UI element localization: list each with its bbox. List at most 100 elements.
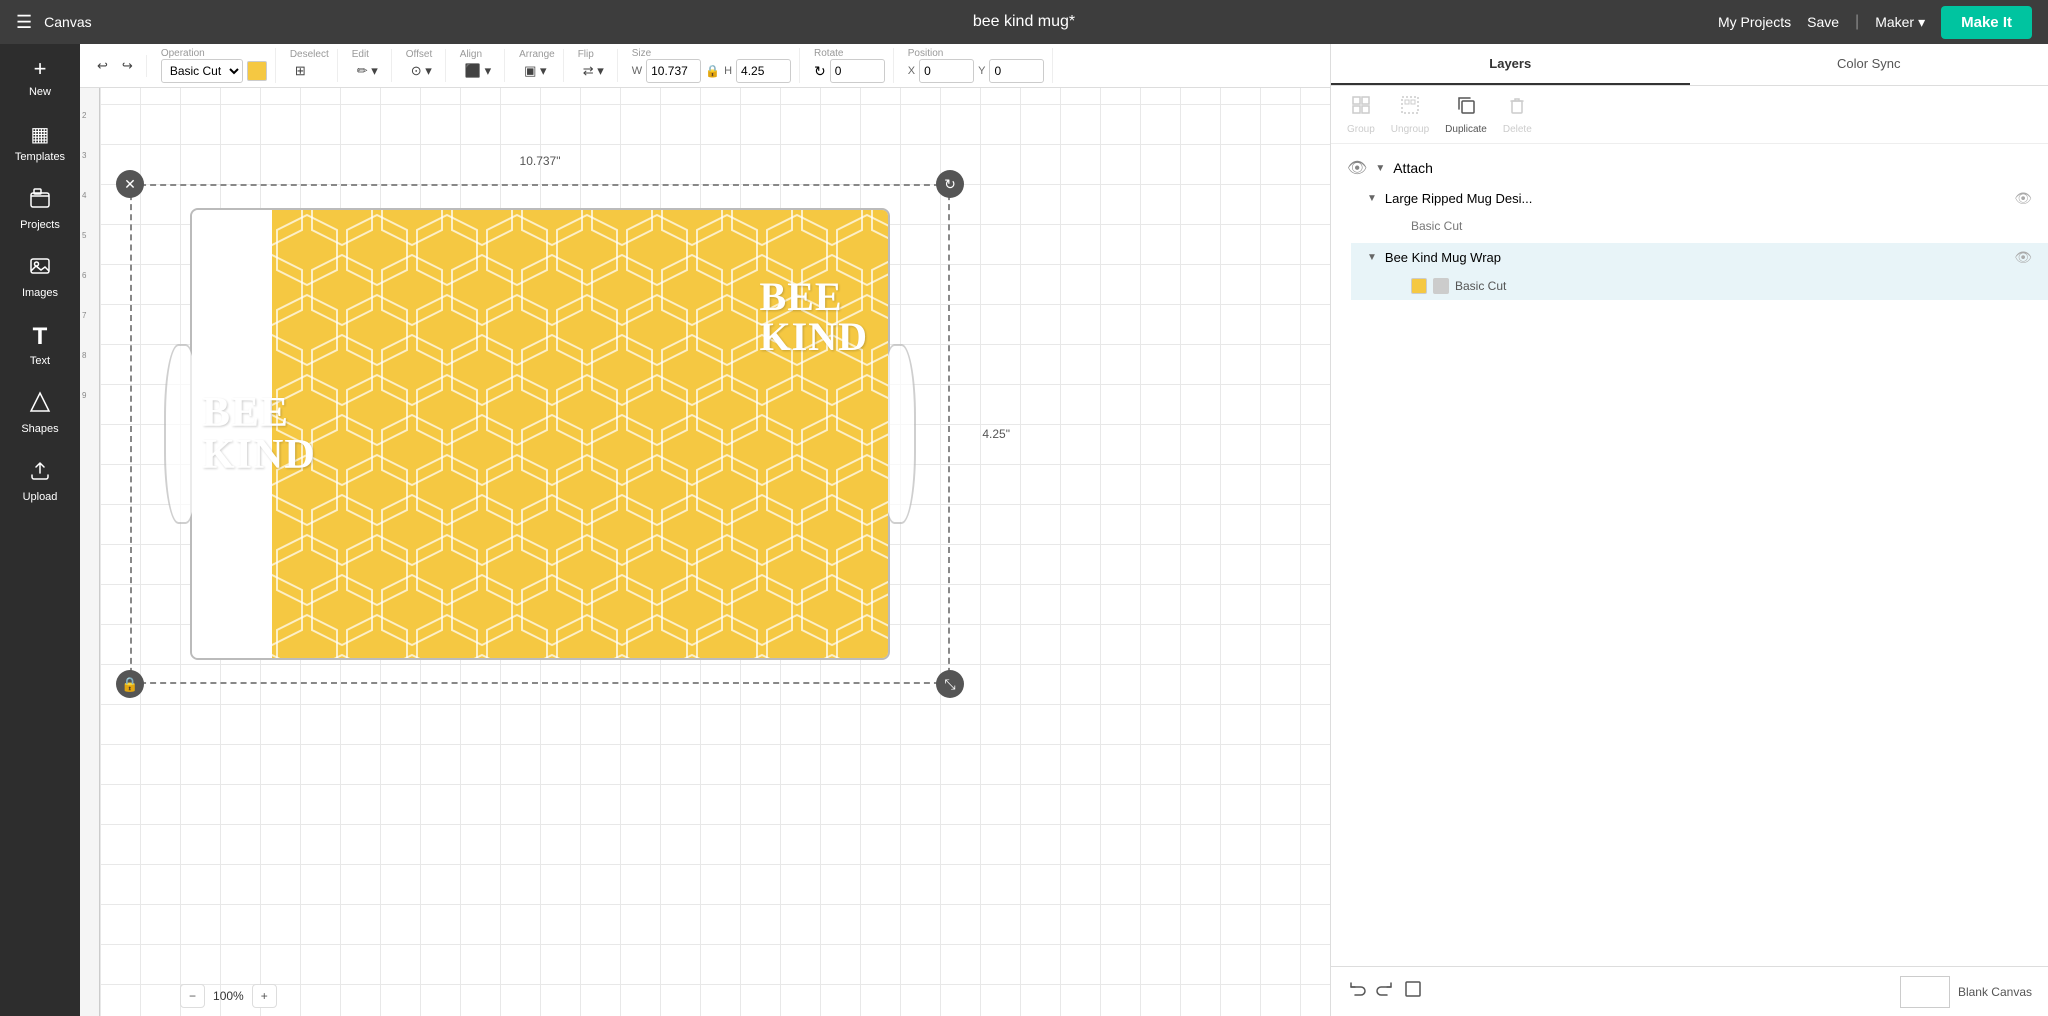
width-label: W (632, 65, 642, 77)
align-button[interactable]: ⬛ ▾ (460, 60, 496, 82)
sidebar-label-text: Text (30, 355, 50, 367)
sidebar-item-upload[interactable]: Upload (0, 447, 80, 515)
delete-icon (1506, 94, 1528, 121)
redo-button[interactable]: ↪ (117, 55, 138, 77)
svg-text:5: 5 (82, 231, 87, 240)
ungroup-icon (1399, 94, 1421, 121)
layer-group-header-attach[interactable]: 👁 ▼ Attach (1331, 152, 2048, 184)
svg-text:8: 8 (82, 351, 87, 360)
y-label: Y (978, 65, 985, 77)
layer-type-basic-cut-1: Basic Cut (1411, 219, 1462, 233)
close-handle[interactable]: ✕ (116, 170, 144, 198)
panel-tabs: Layers Color Sync (1331, 44, 2048, 86)
layer-type-basic-cut-2: Basic Cut (1455, 279, 1506, 293)
my-projects-button[interactable]: My Projects (1718, 14, 1791, 30)
rotate-icon: ↻ (814, 63, 826, 80)
svg-text:2: 2 (82, 111, 87, 120)
position-label: Position (908, 48, 944, 59)
plus-icon: + (34, 56, 47, 82)
duplicate-button[interactable]: Duplicate (1445, 94, 1487, 135)
ungroup-button[interactable]: Ungroup (1391, 94, 1429, 135)
sidebar-label-images: Images (22, 287, 58, 299)
lock-handle[interactable]: 🔒 (116, 670, 144, 698)
bottom-canvas-tools: − 100% + (180, 984, 277, 1008)
sidebar-item-projects[interactable]: Projects (0, 175, 80, 243)
plus-icon: + (261, 989, 268, 1003)
tab-layers[interactable]: Layers (1331, 44, 1690, 85)
offset-button[interactable]: ⊙ ▾ (406, 60, 437, 82)
layer-list: 👁 ▼ Attach ▼ Large Ripped Mug Desi... 👁 … (1331, 144, 2048, 312)
layer-item-basic-cut-1[interactable]: Basic Cut (1351, 213, 2048, 239)
make-it-button[interactable]: Make It (1941, 6, 2032, 39)
width-input[interactable] (646, 59, 701, 83)
deselect-label: Deselect (290, 49, 329, 60)
upload-icon (29, 459, 51, 487)
sidebar-item-shapes[interactable]: Shapes (0, 379, 80, 447)
y-input[interactable] (989, 59, 1044, 83)
tab-color-sync[interactable]: Color Sync (1690, 44, 2048, 85)
zoom-out-button[interactable]: − (180, 984, 205, 1008)
flip-button[interactable]: ⇄ ▾ (578, 60, 609, 82)
eye-icon-attach[interactable]: 👁 (1347, 158, 1367, 178)
zoom-level: 100% (213, 989, 244, 1003)
scale-handle[interactable]: ⤡ (936, 670, 964, 698)
svg-text:9: 9 (82, 391, 87, 400)
project-title: bee kind mug* (973, 13, 1075, 31)
panel-toolbar: Group Ungroup Duplicate (1331, 86, 2048, 144)
sidebar: + New ▦ Templates Projects Images T Text (0, 44, 80, 1016)
maker-button[interactable]: Maker ▾ (1875, 14, 1925, 31)
layer-item-basic-cut-2[interactable]: Basic Cut (1351, 272, 2048, 300)
svg-text:7: 7 (82, 311, 87, 320)
layer-name-large-ripped: Large Ripped Mug Desi... (1385, 191, 2006, 206)
collapse-arrow-bee-kind[interactable]: ▼ (1367, 252, 1377, 263)
sidebar-label-projects: Projects (20, 219, 60, 231)
color-swatch-yellow (1411, 278, 1427, 294)
group-label: Group (1347, 124, 1375, 135)
layer-group-header-bee-kind[interactable]: ▼ Bee Kind Mug Wrap 👁 (1351, 243, 2048, 272)
operation-color-swatch[interactable] (247, 61, 267, 81)
svg-text:6: 6 (82, 271, 87, 280)
fullscreen-button[interactable] (1403, 979, 1423, 1004)
sidebar-item-templates[interactable]: ▦ Templates (0, 110, 80, 175)
layer-group-header-large-ripped[interactable]: ▼ Large Ripped Mug Desi... 👁 (1351, 184, 2048, 213)
edit-button[interactable]: ✏ ▾ (352, 60, 383, 82)
menu-icon[interactable]: ☰ (16, 12, 32, 33)
bee-kind-text-right: BEEKIND (760, 277, 868, 357)
offset-label: Offset (406, 49, 433, 60)
operation-select[interactable]: Basic Cut (161, 59, 243, 83)
top-bar: ☰ Canvas bee kind mug* My Projects Save … (0, 0, 2048, 44)
zoom-in-button[interactable]: + (252, 984, 277, 1008)
height-input[interactable] (736, 59, 791, 83)
bottom-panel-controls: Blank Canvas (1331, 966, 2048, 1016)
design-viewport: 0 1 2 3 4 5 6 7 8 9 10 11 12 13 14 15 16… (80, 44, 1330, 1016)
group-icon (1350, 94, 1372, 121)
save-button[interactable]: Save (1807, 14, 1839, 30)
x-input[interactable] (919, 59, 974, 83)
rotate-input[interactable] (830, 59, 885, 83)
canvas-grid[interactable]: ✕ ↻ 🔒 ⤡ 10.737" 4.25" (100, 64, 1330, 1016)
offset-group: Offset ⊙ ▾ (406, 49, 446, 82)
x-label: X (908, 65, 915, 77)
collapse-arrow-large-ripped[interactable]: ▼ (1367, 193, 1377, 204)
undo-canvas-button[interactable] (1347, 979, 1367, 1004)
group-button[interactable]: Group (1347, 94, 1375, 135)
design-container[interactable]: ✕ ↻ 🔒 ⤡ 10.737" 4.25" (130, 184, 950, 684)
lock-icon[interactable]: 🔒 (705, 64, 720, 78)
edit-label: Edit (352, 49, 369, 60)
redo-canvas-button[interactable] (1375, 979, 1395, 1004)
sidebar-item-new[interactable]: + New (0, 44, 80, 110)
edit-group: Edit ✏ ▾ (352, 49, 392, 82)
deselect-button[interactable]: ⊞ (290, 60, 311, 82)
top-right-controls: My Projects Save | Maker ▾ Make It (1718, 6, 2032, 39)
collapse-arrow-attach[interactable]: ▼ (1375, 163, 1385, 174)
undo-button[interactable]: ↩ (92, 55, 113, 77)
eye-icon-large-ripped[interactable]: 👁 (2014, 190, 2032, 207)
layer-group-attach: 👁 ▼ Attach ▼ Large Ripped Mug Desi... 👁 … (1331, 152, 2048, 300)
rotate-group: Rotate ↻ (814, 48, 894, 83)
eye-icon-bee-kind[interactable]: 👁 (2014, 249, 2032, 266)
sidebar-item-text[interactable]: T Text (0, 311, 80, 379)
rotate-handle[interactable]: ↻ (936, 170, 964, 198)
sidebar-item-images[interactable]: Images (0, 243, 80, 311)
arrange-button[interactable]: ▣ ▾ (519, 60, 551, 82)
delete-button[interactable]: Delete (1503, 94, 1532, 135)
